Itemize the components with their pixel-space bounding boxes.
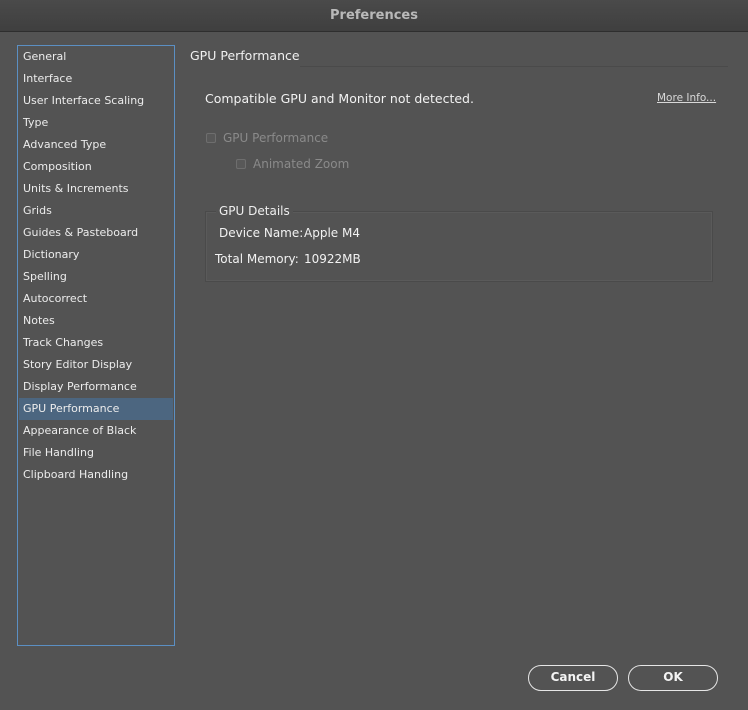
title-bar[interactable]: Preferences xyxy=(0,0,748,32)
more-info-link[interactable]: More Info... xyxy=(657,92,716,104)
total-memory-value: 10922MB xyxy=(304,252,361,266)
gpu-performance-option[interactable]: GPU Performance xyxy=(206,131,328,145)
sidebar-item-appearance-of-black[interactable]: Appearance of Black xyxy=(19,420,173,442)
section-divider xyxy=(300,66,728,67)
sidebar-item-spelling[interactable]: Spelling xyxy=(19,266,173,288)
sidebar-item-interface[interactable]: Interface xyxy=(19,68,173,90)
sidebar-item-units-increments[interactable]: Units & Increments xyxy=(19,178,173,200)
animated-zoom-checkbox-label: Animated Zoom xyxy=(253,157,350,171)
animated-zoom-option[interactable]: Animated Zoom xyxy=(236,157,349,171)
sidebar-item-autocorrect[interactable]: Autocorrect xyxy=(19,288,173,310)
gpu-details-group xyxy=(205,211,713,282)
gpu-details-legend: GPU Details xyxy=(216,204,293,218)
section-title: GPU Performance xyxy=(190,48,300,63)
sidebar-item-gpu-performance[interactable]: GPU Performance xyxy=(19,398,173,420)
window-title: Preferences xyxy=(330,8,418,23)
device-name-value: Apple M4 xyxy=(304,226,360,240)
ok-button[interactable]: OK xyxy=(628,665,718,691)
sidebar-item-grids[interactable]: Grids xyxy=(19,200,173,222)
sidebar-item-dictionary[interactable]: Dictionary xyxy=(19,244,173,266)
device-name-label: Device Name: xyxy=(219,226,304,240)
preferences-dialog: Preferences General Interface User Inter… xyxy=(0,0,748,710)
sidebar-item-display-performance[interactable]: Display Performance xyxy=(19,376,173,398)
sidebar-item-notes[interactable]: Notes xyxy=(19,310,173,332)
total-memory-label: Total Memory: xyxy=(215,252,299,266)
sidebar-item-file-handling[interactable]: File Handling xyxy=(19,442,173,464)
sidebar-item-track-changes[interactable]: Track Changes xyxy=(19,332,173,354)
sidebar-item-user-interface-scaling[interactable]: User Interface Scaling xyxy=(19,90,173,112)
preferences-sidebar: General Interface User Interface Scaling… xyxy=(17,45,175,646)
gpu-notice-text: Compatible GPU and Monitor not detected. xyxy=(205,91,474,106)
sidebar-item-story-editor-display[interactable]: Story Editor Display xyxy=(19,354,173,376)
gpu-performance-checkbox[interactable] xyxy=(206,133,216,143)
animated-zoom-checkbox[interactable] xyxy=(236,159,246,169)
sidebar-item-advanced-type[interactable]: Advanced Type xyxy=(19,134,173,156)
sidebar-item-composition[interactable]: Composition xyxy=(19,156,173,178)
cancel-button[interactable]: Cancel xyxy=(528,665,618,691)
gpu-performance-checkbox-label: GPU Performance xyxy=(223,131,329,145)
sidebar-item-guides-pasteboard[interactable]: Guides & Pasteboard xyxy=(19,222,173,244)
sidebar-item-general[interactable]: General xyxy=(19,46,173,68)
sidebar-item-clipboard-handling[interactable]: Clipboard Handling xyxy=(19,464,173,486)
sidebar-item-type[interactable]: Type xyxy=(19,112,173,134)
